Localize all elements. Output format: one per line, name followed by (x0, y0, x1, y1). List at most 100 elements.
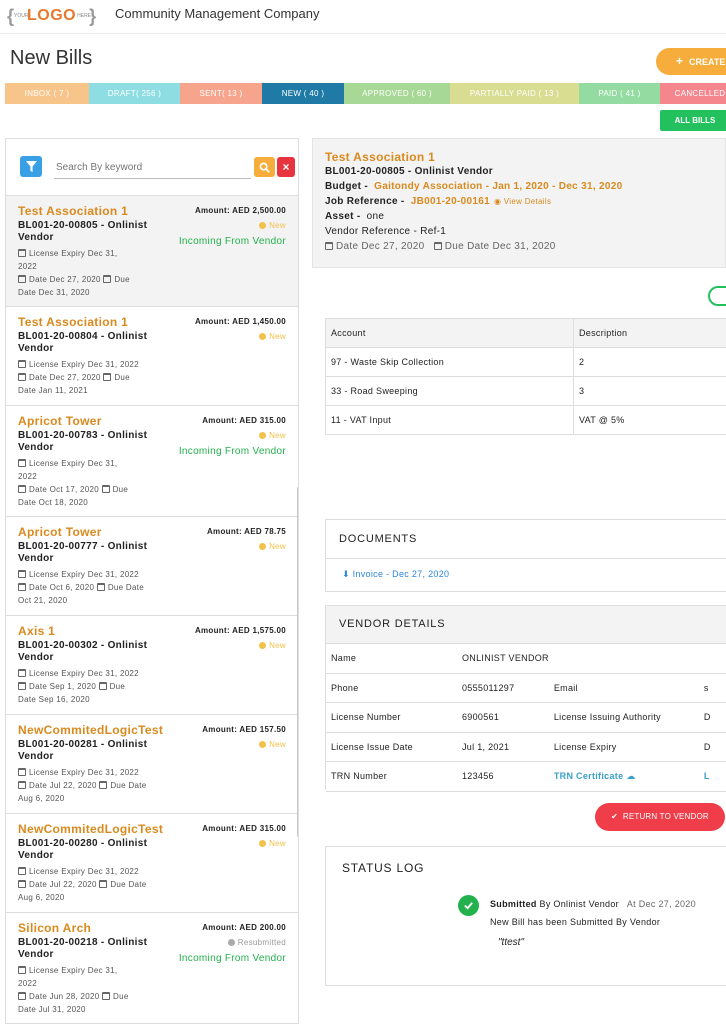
search-button[interactable] (254, 157, 275, 177)
tab-cancelled[interactable]: CANCELLED (660, 83, 726, 104)
create-button[interactable]: + CREATE (656, 48, 726, 75)
tab-partially-paid[interactable]: PARTIALLY PAID ( 13 ) (450, 83, 579, 104)
list-scrollbar[interactable] (297, 487, 298, 837)
column-header-account: Account (325, 318, 574, 348)
budget-link[interactable]: Gaitondy Association - Jan 1, 2020 - Dec… (374, 181, 622, 192)
status-log-title: STATUS LOG (342, 861, 425, 875)
bill-amount: Amount: AED 2,500.00 (194, 206, 286, 215)
bill-number: BL001-20-00783 - Onlinist Vendor (18, 430, 148, 453)
download-icon: ⬇ (342, 569, 350, 579)
tab-approved[interactable]: APPROVED ( 60 ) (344, 83, 450, 104)
bill-dates: Date Dec 27, 2020 Due Date Jan 11, 2021 (18, 373, 130, 395)
status-tabs: INBOX ( 7 ) DRAFT( 256 ) SENT( 13 ) NEW … (5, 83, 726, 104)
logo-here: HERE (77, 13, 92, 19)
calendar-check-icon (18, 768, 26, 776)
vendor-table: Name ONLINIST VENDOR Phone 0555011297 Em… (326, 643, 726, 792)
return-to-vendor-button[interactable]: ✔ RETURN TO VENDOR (595, 803, 725, 831)
description-cell: VAT @ 5% (573, 405, 726, 435)
bill-list-item[interactable]: Test Association 1 Amount: AED 2,500.00 … (6, 196, 298, 307)
bill-summary: Test Association 1 BL001-20-00805 - Onli… (312, 138, 726, 268)
calendar-check-icon (18, 867, 26, 875)
bill-amount: Amount: AED 315.00 (202, 416, 286, 425)
filter-button[interactable] (20, 156, 42, 177)
status-dot-icon (259, 741, 267, 748)
calendar-icon (18, 880, 26, 888)
calendar-icon (103, 373, 112, 381)
license-expiry: License Expiry Dec 31, 2022 (18, 459, 118, 481)
bill-list-item[interactable]: Silicon Arch Amount: AED 200.00 Resubmit… (6, 913, 298, 1023)
clear-search-button[interactable]: × (277, 157, 295, 177)
bill-list-item[interactable]: Axis 1 Amount: AED 1,575.00 New BL001-20… (6, 616, 298, 715)
cloud-download-icon: ☁ (626, 770, 636, 781)
toggle-switch[interactable] (708, 286, 726, 306)
documents-section: DOCUMENTS ⬇ Invoice - Dec 27, 2020 (325, 519, 726, 592)
license-expiry: License Expiry Dec 31, 2022 (18, 966, 118, 988)
status-log-section: STATUS LOG Submitted By Onlinist Vendor … (325, 846, 726, 986)
calendar-icon (18, 781, 26, 789)
bill-number: BL001-20-00805 - Onlinist Vendor (18, 220, 148, 243)
status-badge: New (259, 641, 286, 650)
status-badge: New (259, 221, 286, 230)
detail-dates: Date Dec 27, 2020 Due Date Dec 31, 2020 (325, 239, 713, 254)
tab-inbox[interactable]: INBOX ( 7 ) (5, 83, 89, 104)
status-dot-icon (227, 939, 235, 946)
all-bills-button[interactable]: ALL BILLS (660, 110, 726, 131)
bill-list-item[interactable]: NewCommitedLogicTest Amount: AED 315.00 … (6, 814, 298, 913)
view-details-link[interactable]: ◉ View Details (494, 197, 551, 206)
license-expiry: License Expiry Dec 31, 2022 (18, 766, 158, 779)
bill-list-item[interactable]: Test Association 1 Amount: AED 1,450.00 … (6, 307, 298, 406)
incoming-label: Incoming From Vendor (178, 236, 286, 247)
bill-dates: Date Oct 6, 2020 Due Date Oct 21, 2020 (18, 583, 145, 605)
calendar-icon (18, 275, 26, 283)
company-logo[interactable]: { YOUR LOGO HERE } (7, 4, 96, 28)
bill-dates: Date Jul 22, 2020 Due Date Aug 6, 2020 (18, 880, 147, 902)
trn-certificate-link[interactable]: TRN Certificate ☁ (548, 761, 699, 791)
plus-icon: + (676, 54, 684, 68)
incoming-label: Incoming From Vendor (178, 953, 286, 964)
vendor-details-title: VENDOR DETAILS (326, 606, 726, 643)
tab-new[interactable]: NEW ( 40 ) (262, 83, 344, 104)
calendar-icon (18, 682, 26, 690)
status-dot-icon (259, 432, 267, 439)
table-row: 11 - VAT Input VAT @ 5% (325, 405, 726, 435)
calendar-icon (101, 485, 110, 493)
status-badge: New (259, 740, 286, 749)
calendar-icon (103, 275, 112, 283)
status-log-message: New Bill has been Submitted By Vendor (490, 917, 661, 927)
tab-sent[interactable]: SENT( 13 ) (180, 83, 262, 104)
tab-draft[interactable]: DRAFT( 256 ) (89, 83, 180, 104)
calendar-icon (99, 880, 108, 888)
table-row: 33 - Road Sweeping 3 (325, 376, 726, 406)
calendar-icon (98, 682, 107, 690)
bill-list-item[interactable]: Apricot Tower Amount: AED 78.75 New BL00… (6, 517, 298, 616)
bill-detail-panel: Test Association 1 BL001-20-00805 - Onli… (312, 138, 726, 1024)
calendar-icon (433, 242, 442, 250)
account-cell: 97 - Waste Skip Collection (325, 347, 574, 377)
calendar-icon (18, 992, 26, 1000)
calendar-icon (18, 373, 26, 381)
job-reference-link[interactable]: JB001-20-00161 (411, 196, 490, 207)
bill-list-item[interactable]: Apricot Tower Amount: AED 315.00 New Inc… (6, 406, 298, 517)
calendar-icon (96, 583, 105, 591)
table-row: 97 - Waste Skip Collection 2 (325, 347, 726, 377)
column-header-description: Description (573, 318, 726, 348)
check-icon: ✔ (611, 812, 618, 821)
status-badge: New (259, 431, 286, 440)
tab-paid[interactable]: PAID ( 41 ) (579, 83, 660, 104)
account-cell: 11 - VAT Input (325, 405, 574, 435)
table-row: TRN Number 123456 TRN Certificate ☁ L (326, 761, 726, 791)
status-log-entry: Submitted By Onlinist Vendor At Dec 27, … (490, 899, 696, 909)
calendar-check-icon (18, 360, 26, 368)
bill-number: BL001-20-00280 - Onlinist Vendor (18, 838, 148, 861)
bill-dates: Date Sep 1, 2020 Due Date Sep 16, 2020 (18, 682, 126, 704)
detail-bill-number: BL001-20-00805 - Onlinist Vendor (325, 166, 493, 177)
search-input[interactable] (54, 156, 251, 179)
filter-icon (25, 161, 37, 172)
calendar-icon (102, 992, 111, 1000)
invoice-link[interactable]: ⬇ Invoice - Dec 27, 2020 (326, 559, 726, 589)
account-cell: 33 - Road Sweeping (325, 376, 574, 406)
bill-number: BL001-20-00281 - Onlinist Vendor (18, 739, 148, 762)
bill-number: BL001-20-00218 - Onlinist Vendor (18, 937, 148, 960)
bill-list-item[interactable]: NewCommitedLogicTest Amount: AED 157.50 … (6, 715, 298, 814)
status-dot-icon (259, 543, 267, 550)
